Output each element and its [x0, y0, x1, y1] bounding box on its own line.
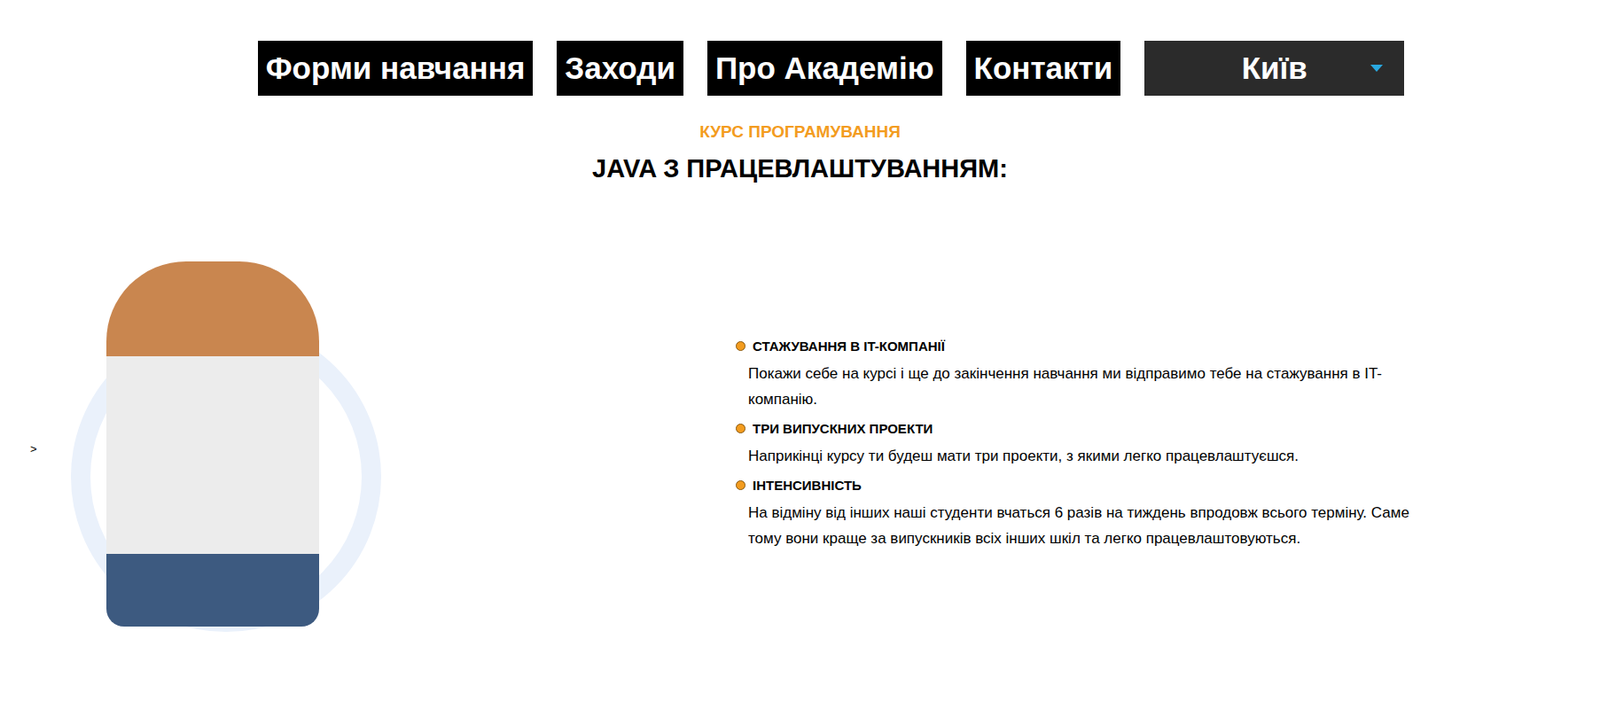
course-header: КУРС ПРОГРАМУВАННЯ JAVA З ПРАЦЕВЛАШТУВАН… — [0, 95, 1600, 184]
top-nav: Форми навчання Заходи Про Академію Контакти… — [0, 0, 1600, 96]
feature-text: На відміну від інших наші студенти вчать… — [748, 499, 1440, 552]
page: Форми навчання Заходи Про Академію Контакти… — [0, 0, 1600, 701]
caret-icon — [1370, 64, 1383, 72]
feature-item: ТРИ ВИПУСКНИХ ПРОЕКТИ Наприкінці курсу т… — [748, 421, 1440, 469]
bullet-icon — [735, 341, 746, 352]
bullet-icon — [735, 423, 746, 434]
bullet-icon — [735, 480, 746, 491]
feature-item: СТАЖУВАННЯ В IT-КОМПАНІЇ Покажи себе на … — [748, 338, 1440, 413]
nav-item[interactable]: Форми навчання — [257, 40, 534, 96]
feature-item: ІНТЕНСИВНІСТЬ На відміну від інших наші … — [748, 477, 1440, 552]
course-section: > СТАЖУВАННЯ В IT-КОМПАНІЇ Покажи себе н… — [0, 261, 1600, 637]
feature-list: СТАЖУВАННЯ В IT-КОМПАНІЇ Покажи себе на … — [473, 338, 1440, 561]
nav-item[interactable]: Про Академію — [707, 40, 943, 96]
feature-title: ТРИ ВИПУСКНИХ ПРОЕКТИ — [735, 421, 1440, 437]
nav-item[interactable]: Заходи — [556, 40, 684, 96]
nav-item[interactable]: Контакти — [966, 40, 1122, 96]
feature-text: Покажи себе на курсі і ще до закінчення … — [748, 360, 1440, 413]
prev-arrow[interactable]: > — [30, 442, 66, 456]
city-dropdown[interactable]: Київ — [1144, 40, 1405, 96]
person-figure — [106, 261, 320, 627]
feature-title: ІНТЕНСИВНІСТЬ — [735, 477, 1440, 493]
eyebrow: КУРС ПРОГРАМУВАННЯ — [0, 122, 1600, 142]
feature-title: СТАЖУВАННЯ В IT-КОМПАНІЇ — [735, 338, 1440, 354]
course-title: JAVA З ПРАЦЕВЛАШТУВАННЯМ: — [0, 154, 1600, 184]
photo — [70, 261, 444, 637]
city-label: Київ — [1241, 50, 1308, 86]
feature-text: Наприкінці курсу ти будеш мати три проек… — [748, 443, 1440, 469]
